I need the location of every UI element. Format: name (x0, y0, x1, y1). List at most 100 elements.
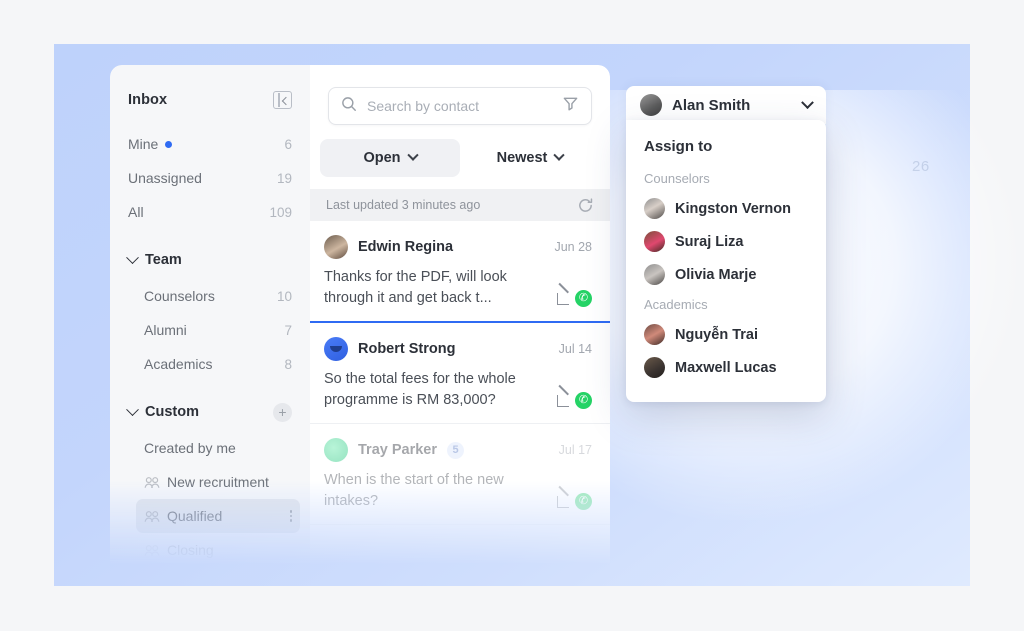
filter-sort-dropdown[interactable]: Newest (460, 139, 600, 177)
conversation-body: When is the start of the new intakes? ✆ (324, 470, 592, 512)
sidebar-item-created-by-me[interactable]: Created by me (144, 431, 292, 465)
avatar (644, 264, 665, 285)
panel-collapse-icon[interactable] (273, 91, 292, 109)
whatsapp-icon: ✆ (575, 290, 592, 307)
assign-option-nguyen-trai[interactable]: Nguyễn Trai (626, 318, 826, 351)
sidebar-group-label: Team (145, 252, 182, 268)
refresh-icon[interactable] (577, 197, 594, 214)
assign-dropdown-trigger[interactable]: Alan Smith (626, 86, 826, 124)
sidebar-item-academics[interactable]: Academics 8 (144, 347, 292, 381)
assign-group-label-counselors: Counselors (644, 171, 710, 186)
unread-dot-icon (165, 140, 173, 148)
conversation-icons: ✆ (556, 493, 592, 512)
assign-option-maxwell-lucas[interactable]: Maxwell Lucas (626, 351, 826, 384)
message-preview: Thanks for the PDF, will look through it… (324, 269, 507, 306)
sidebar-item-unassigned[interactable]: Unassigned 19 (128, 161, 292, 195)
incoming-arrow-icon (556, 292, 569, 305)
sidebar-item-label: Closing (167, 542, 214, 558)
search-area (310, 65, 610, 125)
last-updated-bar: Last updated 3 minutes ago (310, 189, 610, 221)
app-window: Inbox Mine 6 Unassigned 19 All 109 Team … (110, 65, 610, 565)
sidebar-item-closing[interactable]: Closing (144, 533, 292, 565)
filter-sort-label: Newest (496, 150, 548, 166)
conversation-date: Jun 28 (554, 240, 592, 254)
sidebar-item-new-recruitment[interactable]: New recruitment (144, 465, 292, 499)
assign-option-label: Kingston Vernon (675, 200, 791, 217)
conversation-header: Edwin Regina Jun 28 (324, 235, 592, 259)
conversation-row[interactable]: Tray Parker 5 Jul 17 When is the start o… (310, 424, 610, 525)
sidebar: Inbox Mine 6 Unassigned 19 All 109 Team … (110, 65, 310, 565)
assign-option-label: Suraj Liza (675, 233, 744, 250)
message-preview: When is the start of the new intakes? (324, 472, 504, 509)
assign-group-label-academics: Academics (644, 297, 708, 312)
sidebar-item-count: 7 (284, 322, 292, 338)
avatar (640, 94, 662, 116)
contact-name: Robert Strong (358, 341, 456, 357)
chevron-down-icon (553, 149, 566, 161)
whatsapp-icon: ✆ (575, 493, 592, 510)
sidebar-item-label: Created by me (144, 440, 236, 456)
sidebar-header: Inbox (128, 91, 292, 109)
sidebar-group-team[interactable]: Team (126, 241, 292, 279)
sidebar-item-mine[interactable]: Mine 6 (128, 127, 292, 161)
sidebar-item-count: 19 (276, 170, 292, 186)
sidebar-item-label: New recruitment (167, 474, 269, 490)
conversation-date: Jul 14 (558, 342, 592, 356)
avatar (644, 357, 665, 378)
assign-option-label: Olivia Marje (675, 266, 757, 283)
filter-status-label: Open (363, 150, 401, 166)
contact-name: Edwin Regina (358, 239, 454, 255)
sidebar-group-custom[interactable]: Custom + (126, 393, 292, 431)
sidebar-item-label: Mine (128, 136, 159, 152)
conversation-row[interactable]: Robert Strong Jul 14 So the total fees f… (310, 323, 610, 424)
message-preview: So the total fees for the whole programm… (324, 371, 516, 408)
avatar (644, 198, 665, 219)
avatar (324, 235, 348, 259)
unread-count-badge: 5 (447, 441, 465, 459)
sidebar-item-alumni[interactable]: Alumni 7 (144, 313, 292, 347)
search-input[interactable] (367, 98, 552, 114)
sidebar-team-items: Counselors 10 Alumni 7 Academics 8 (128, 279, 292, 381)
sidebar-item-label: Academics (144, 356, 213, 372)
assign-option-suraj-liza[interactable]: Suraj Liza (626, 225, 826, 258)
chevron-down-icon (406, 149, 419, 161)
sidebar-group-label: Custom (145, 404, 199, 420)
conversation-body: So the total fees for the whole programm… (324, 369, 592, 411)
group-people-icon (144, 476, 160, 489)
sidebar-item-count: 109 (269, 204, 292, 220)
sidebar-item-count: 10 (276, 288, 292, 304)
conversation-list-panel: Open Newest Last updated 3 minutes ago (310, 65, 610, 565)
filter-funnel-icon[interactable] (562, 95, 579, 117)
conversation-row[interactable]: Edwin Regina Jun 28 Thanks for the PDF, … (310, 221, 610, 323)
conversation-date: Jul 17 (558, 443, 592, 457)
sidebar-item-label: Qualified (167, 508, 223, 524)
filter-bar: Open Newest (310, 125, 610, 189)
assign-option-label: Nguyễn Trai (675, 326, 758, 343)
group-people-icon (144, 544, 160, 557)
assign-option-olivia-marje[interactable]: Olivia Marje (626, 258, 826, 291)
whatsapp-icon: ✆ (575, 392, 592, 409)
last-updated-text: Last updated 3 minutes ago (326, 198, 481, 212)
assigned-user-name: Alan Smith (672, 96, 751, 114)
sidebar-title: Inbox (128, 92, 168, 108)
background-ghost-number: 26 (912, 158, 930, 175)
chevron-down-icon (801, 95, 814, 109)
contact-name: Tray Parker (358, 442, 438, 458)
sidebar-item-label: Alumni (144, 322, 187, 338)
group-people-icon (144, 510, 160, 523)
more-options-icon[interactable] (289, 510, 292, 522)
conversation-icons: ✆ (556, 290, 592, 309)
avatar (644, 231, 665, 252)
sidebar-item-qualified[interactable]: Qualified (136, 499, 300, 533)
sidebar-item-all[interactable]: All 109 (128, 195, 292, 229)
assign-menu-title: Assign to (644, 138, 713, 155)
add-custom-view-button[interactable]: + (273, 402, 292, 422)
assign-option-kingston-vernon[interactable]: Kingston Vernon (626, 192, 826, 225)
conversation-header: Tray Parker 5 Jul 17 (324, 438, 592, 462)
sidebar-item-count: 6 (284, 136, 292, 152)
screenshot-root: 26 Inbox Mine 6 Unassigned 19 All 109 Te… (0, 0, 1024, 631)
sidebar-item-counselors[interactable]: Counselors 10 (144, 279, 292, 313)
assign-option-label: Maxwell Lucas (675, 359, 777, 376)
search-box[interactable] (328, 87, 592, 125)
filter-status-dropdown[interactable]: Open (320, 139, 460, 177)
